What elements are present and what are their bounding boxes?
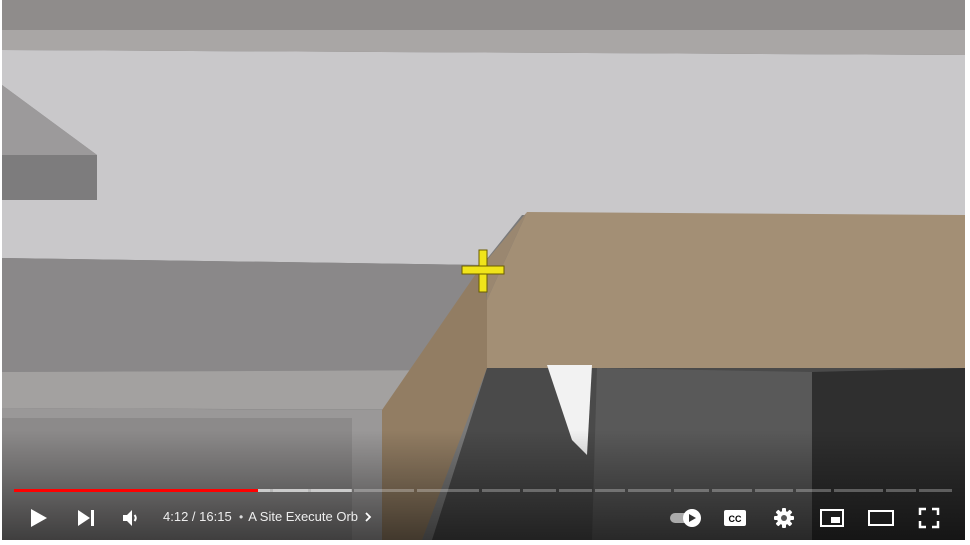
fullscreen-icon bbox=[918, 507, 940, 529]
miniplayer-icon bbox=[820, 509, 844, 527]
next-button[interactable] bbox=[64, 496, 108, 540]
time-separator: / bbox=[188, 509, 200, 524]
miniplayer-button[interactable] bbox=[810, 496, 854, 540]
chevron-right-icon bbox=[365, 511, 372, 522]
captions-button[interactable]: CC bbox=[713, 496, 757, 540]
video-player[interactable]: 4:12 / 16:15 • A Site Execute Orb CC bbox=[2, 0, 965, 540]
current-time: 4:12 bbox=[163, 509, 189, 524]
played-bar bbox=[14, 489, 258, 492]
duration: 16:15 bbox=[199, 509, 232, 524]
chapter-segment[interactable] bbox=[674, 489, 709, 492]
chapter-title: A Site Execute Orb bbox=[248, 509, 359, 524]
chapter-segment[interactable] bbox=[712, 489, 752, 492]
chapter-segment[interactable] bbox=[834, 489, 883, 492]
chapter-segment[interactable] bbox=[559, 489, 592, 492]
chapter-segment[interactable] bbox=[482, 489, 520, 492]
chapter-segment[interactable] bbox=[354, 489, 414, 492]
chapter-segment[interactable] bbox=[886, 489, 916, 492]
settings-icon bbox=[774, 508, 794, 528]
play-icon bbox=[31, 509, 47, 527]
next-icon bbox=[78, 510, 94, 526]
chapter-bullet: • bbox=[239, 509, 244, 524]
theater-mode-button[interactable] bbox=[859, 496, 903, 540]
chapter-segment[interactable] bbox=[628, 489, 671, 492]
chapter-segment[interactable] bbox=[523, 489, 556, 492]
time-display: 4:12 / 16:15 bbox=[163, 509, 232, 524]
autoplay-toggle-icon bbox=[670, 509, 701, 527]
chapter-segment[interactable] bbox=[417, 489, 479, 492]
chapter-button[interactable]: • A Site Execute Orb bbox=[239, 509, 373, 524]
control-bar: 4:12 / 16:15 • A Site Execute Orb CC bbox=[2, 496, 965, 540]
captions-icon: CC bbox=[724, 510, 746, 526]
chapter-segment[interactable] bbox=[595, 489, 625, 492]
settings-button[interactable] bbox=[762, 496, 806, 540]
autoplay-toggle[interactable] bbox=[664, 496, 708, 540]
chapter-segment[interactable] bbox=[755, 489, 793, 492]
svg-text:CC: CC bbox=[729, 514, 742, 524]
chapter-segment[interactable] bbox=[919, 489, 952, 492]
play-button[interactable] bbox=[16, 496, 60, 540]
volume-icon bbox=[123, 510, 137, 526]
fullscreen-button[interactable] bbox=[907, 496, 951, 540]
theater-mode-icon bbox=[868, 510, 894, 526]
progress-bar[interactable] bbox=[14, 488, 952, 493]
chapter-segment[interactable] bbox=[796, 489, 831, 492]
mute-button[interactable] bbox=[109, 496, 153, 540]
